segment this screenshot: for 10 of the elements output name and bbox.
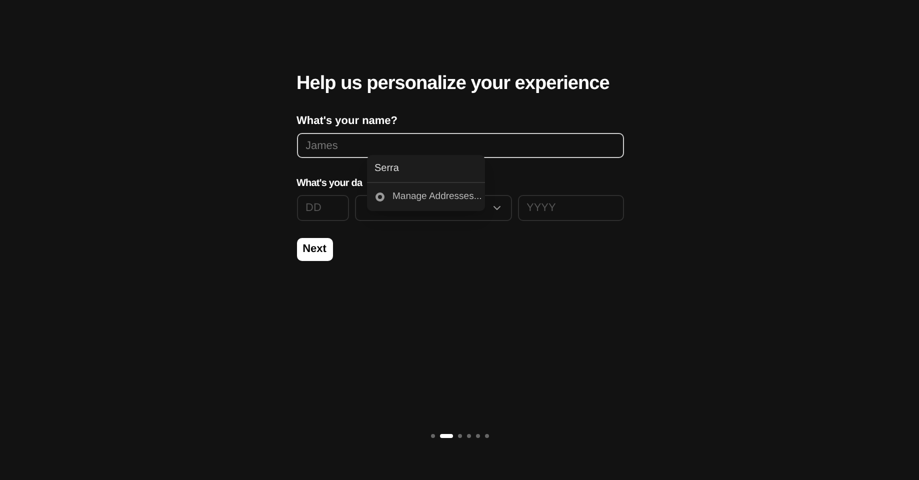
name-field[interactable]: James [296, 133, 624, 158]
autofill-suggestion[interactable]: Serra [366, 155, 484, 183]
year-field[interactable]: YYYY [518, 195, 624, 221]
next-button[interactable]: Next [296, 238, 332, 261]
browser-icon [374, 192, 384, 202]
field-label: What's your name? [296, 114, 399, 128]
manage-addresses-item[interactable]: Manage Addresses... [366, 183, 484, 211]
page-title: Help us personalize your experience [296, 72, 610, 96]
day-field[interactable]: DD [296, 195, 348, 221]
field-label: What's your da [296, 177, 362, 191]
